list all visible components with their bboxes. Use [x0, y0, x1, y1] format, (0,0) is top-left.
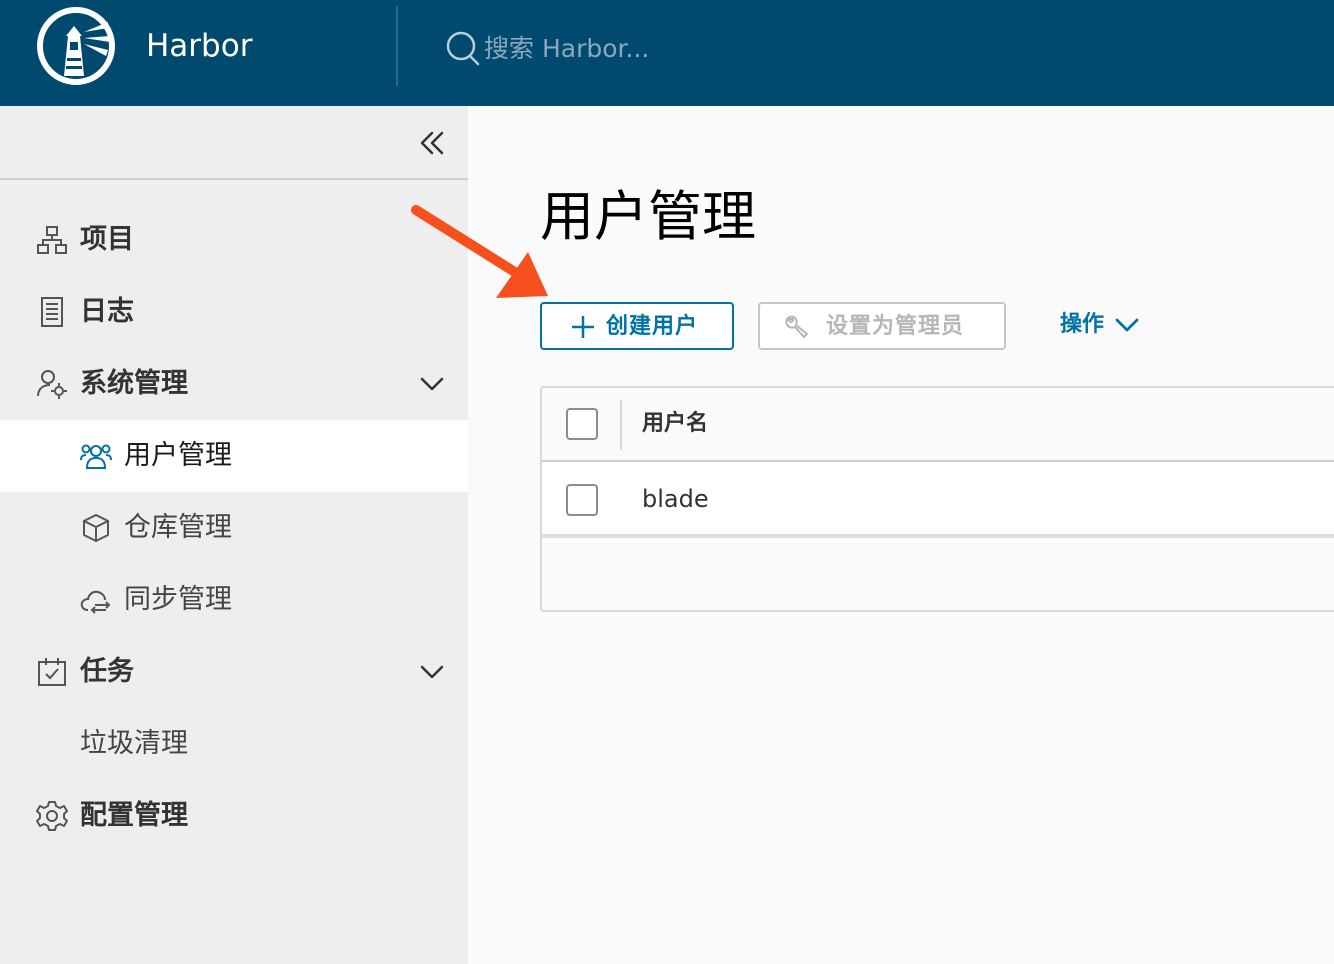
chevron-down-icon[interactable]	[418, 658, 446, 686]
table-row[interactable]: blade	[542, 462, 1334, 538]
create-user-button[interactable]: 创建用户	[540, 302, 734, 350]
calendar-check-icon	[38, 658, 66, 686]
create-user-label: 创建用户	[606, 314, 699, 339]
page-title: 用户管理	[540, 185, 756, 248]
table-footer	[542, 542, 1334, 610]
sidebar-item-projects[interactable]: 项目	[0, 204, 468, 276]
sidebar-item-replication-management[interactable]: 同步管理	[0, 564, 468, 636]
users-table: 用户名 blade	[540, 386, 1334, 612]
sidebar-item-label: 用户管理	[124, 440, 232, 471]
search-input[interactable]	[484, 28, 844, 68]
sidebar-item-label: 日志	[80, 296, 134, 327]
double-chevron-left-icon[interactable]	[414, 126, 450, 160]
plus-icon	[572, 316, 594, 338]
row-checkbox[interactable]	[566, 484, 598, 516]
column-header-username[interactable]: 用户名	[642, 408, 708, 440]
sidebar-item-registry-management[interactable]: 仓库管理	[0, 492, 468, 564]
user-settings-icon	[37, 370, 67, 399]
search-icon	[446, 31, 480, 66]
chevron-down-icon	[1115, 318, 1139, 332]
cube-icon	[83, 514, 109, 542]
chevron-down-icon[interactable]	[418, 370, 446, 398]
projects-icon	[37, 226, 67, 254]
table-header: 用户名	[542, 388, 1334, 462]
sidebar-item-label: 垃圾清理	[80, 728, 188, 759]
sidebar-item-label: 同步管理	[124, 584, 232, 615]
harbor-lighthouse-icon[interactable]	[36, 6, 116, 86]
set-admin-label: 设置为管理员	[826, 314, 965, 339]
sidebar-item-label: 项目	[80, 224, 134, 255]
cloud-sync-icon	[80, 590, 111, 614]
sidebar-item-garbage-collection[interactable]: 垃圾清理	[0, 708, 468, 780]
sidebar-nav: 项目 日志 系统管理 用户管理 仓库管理 同步管理 任务 垃圾清理 配置管理	[0, 106, 468, 964]
column-separator[interactable]	[620, 400, 622, 450]
annotation-arrow-icon	[411, 205, 548, 298]
sidebar-item-label: 仓库管理	[124, 512, 232, 543]
gear-icon	[36, 801, 68, 831]
select-all-checkbox[interactable]	[566, 408, 598, 440]
cell-username: blade	[642, 485, 709, 513]
sidebar-item-system-admin[interactable]: 系统管理	[0, 348, 468, 420]
top-header: Harbor	[0, 0, 1334, 106]
sidebar-item-configuration[interactable]: 配置管理	[0, 780, 468, 852]
set-admin-button[interactable]: 设置为管理员	[758, 302, 1006, 350]
global-search[interactable]	[444, 26, 844, 70]
sidebar-item-user-management[interactable]: 用户管理	[0, 420, 468, 492]
sidebar-item-logs[interactable]: 日志	[0, 276, 468, 348]
logs-icon	[41, 297, 63, 327]
sidebar-item-label: 配置管理	[80, 800, 188, 831]
sidebar-item-label: 系统管理	[80, 368, 188, 399]
sidebar-item-label: 任务	[80, 656, 134, 687]
wrench-icon	[785, 315, 808, 338]
header-divider	[396, 6, 398, 86]
sidebar-divider	[0, 178, 468, 180]
sidebar-item-tasks[interactable]: 任务	[0, 636, 468, 708]
users-icon	[80, 444, 112, 469]
actions-label: 操作	[1060, 312, 1105, 337]
brand-name[interactable]: Harbor	[146, 26, 252, 66]
